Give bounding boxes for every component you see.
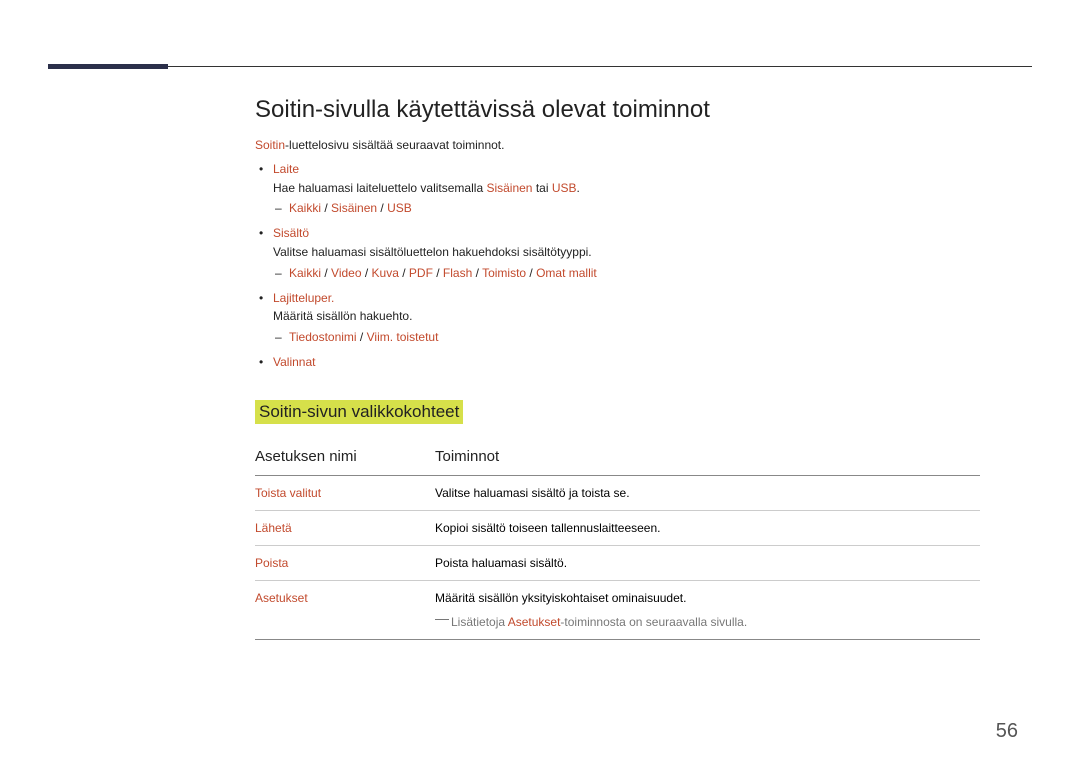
section-tab-marker [48,64,168,69]
table-row: Asetukset Määritä sisällön yksityiskohta… [255,580,980,639]
feature-list: Laite Hae haluamasi laiteluettelo valits… [255,160,980,372]
table-row: Poista Poista haluamasi sisältö. [255,545,980,580]
feature-label: Lajitteluper. [273,291,334,305]
sub-option: Kaikki [289,201,321,215]
intro-rest: -luettelosivu sisältää seuraavat toiminn… [285,138,504,152]
col-header-name: Asetuksen nimi [255,440,435,476]
table-row: Toista valitut Valitse haluamasi sisältö… [255,475,980,510]
feature-desc: Valitse haluamasi sisältöluettelon hakue… [273,245,592,259]
separator: / [357,330,367,344]
feature-item-valinnat: Valinnat [273,353,980,372]
setting-func: Määritä sisällön yksityiskohtaiset omina… [435,580,980,639]
separator: / [526,266,536,280]
sub-item: Kaikki / Sisäinen / USB [289,199,980,218]
feature-label: Sisältö [273,226,309,240]
separator: / [321,201,331,215]
feature-desc: Määritä sisällön hakuehto. [273,309,412,323]
intro-highlight: Soitin [255,138,285,152]
page-title: Soitin-sivulla käytettävissä olevat toim… [255,96,980,124]
col-header-func: Toiminnot [435,440,980,476]
setting-name: Toista valitut [255,475,435,510]
separator: / [433,266,443,280]
sub-option: Sisäinen [331,201,377,215]
sub-list: Kaikki / Sisäinen / USB [273,199,980,218]
table-row: Lähetä Kopioi sisältö toiseen tallennusl… [255,510,980,545]
intro-text: Soitin-luettelosivu sisältää seuraavat t… [255,138,980,152]
sub-option: Flash [443,266,472,280]
separator: / [399,266,409,280]
sub-option: Tiedostonimi [289,330,357,344]
setting-func-text: Määritä sisällön yksityiskohtaiset omina… [435,591,686,605]
sub-item: Kaikki / Video / Kuva / PDF / Flash / To… [289,264,980,283]
setting-func: Valitse haluamasi sisältö ja toista se. [435,475,980,510]
document-page: Soitin-sivulla käytettävissä olevat toim… [0,0,1080,763]
settings-table: Asetuksen nimi Toiminnot Toista valitut … [255,440,980,640]
feature-desc-pre: Hae haluamasi laiteluettelo valitsemalla [273,181,486,195]
setting-func: Poista haluamasi sisältö. [435,545,980,580]
sub-option: Toimisto [482,266,526,280]
setting-note: Lisätietoja Asetukset-toiminnosta on seu… [435,613,976,631]
subheading: Soitin-sivun valikkokohteet [255,400,463,424]
note-hl: Asetukset [508,615,561,629]
content-area: Soitin-sivulla käytettävissä olevat toim… [255,96,980,640]
sub-option: Kaikki [289,266,321,280]
setting-func: Kopioi sisältö toiseen tallennuslaittees… [435,510,980,545]
note-dash-icon [435,619,449,620]
option-usb: USB [552,181,577,195]
separator: / [472,266,482,280]
separator: / [362,266,372,280]
feature-item-laite: Laite Hae haluamasi laiteluettelo valits… [273,160,980,218]
table-header-row: Asetuksen nimi Toiminnot [255,440,980,476]
setting-name: Lähetä [255,510,435,545]
sub-list: Kaikki / Video / Kuva / PDF / Flash / To… [273,264,980,283]
feature-label: Valinnat [273,355,315,369]
feature-desc-dot: . [577,181,580,195]
sub-option: USB [387,201,412,215]
sub-option: Viim. toistetut [367,330,439,344]
feature-desc-mid: tai [532,181,551,195]
feature-item-lajittelu: Lajitteluper. Määritä sisällön hakuehto.… [273,289,980,347]
sub-option: PDF [409,266,433,280]
page-number: 56 [996,720,1018,743]
setting-name: Asetukset [255,580,435,639]
sub-list: Tiedostonimi / Viim. toistetut [273,328,980,347]
separator: / [377,201,387,215]
feature-item-sisalto: Sisältö Valitse haluamasi sisältöluettel… [273,224,980,282]
top-rule [48,66,1032,67]
sub-option: Video [331,266,361,280]
note-post: -toiminnosta on seuraavalla sivulla. [560,615,747,629]
option-sisainen: Sisäinen [486,181,532,195]
sub-option: Omat mallit [536,266,597,280]
sub-item: Tiedostonimi / Viim. toistetut [289,328,980,347]
sub-option: Kuva [372,266,399,280]
separator: / [321,266,331,280]
setting-name: Poista [255,545,435,580]
feature-label: Laite [273,162,299,176]
note-pre: Lisätietoja [451,615,508,629]
